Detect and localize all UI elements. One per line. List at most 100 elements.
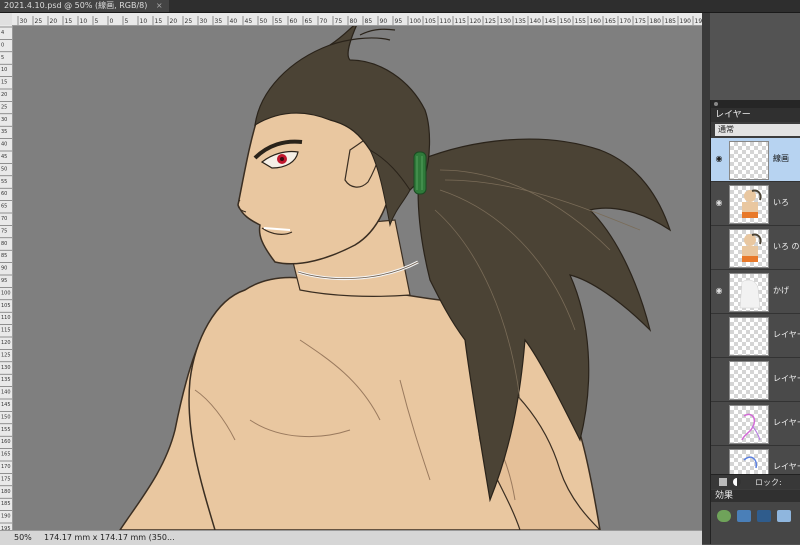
ruler-tick-label: 160	[590, 18, 602, 25]
ruler-tick-label: 135	[1, 377, 11, 383]
ruler-tick-label: 25	[35, 18, 43, 25]
ruler-tick-label: 70	[320, 18, 328, 25]
layer-styles-icon[interactable]	[737, 510, 751, 522]
ruler-tick-label: 15	[1, 80, 7, 86]
ruler-tick-label: 175	[635, 18, 647, 25]
ruler-tick-label: 40	[230, 18, 238, 25]
ruler-tick-label: 20	[170, 18, 178, 25]
ruler-tick-label: 150	[1, 414, 11, 420]
ruler-tick-label: 120	[470, 18, 482, 25]
lock-label: ロック:	[755, 478, 782, 487]
ruler-tick-label: 10	[140, 18, 148, 25]
panel-close-icon[interactable]	[714, 102, 718, 106]
eye-icon[interactable]: ◉	[713, 285, 725, 297]
layer-name: レイヤー	[773, 462, 800, 471]
layer-row[interactable]: ◉ いろ	[711, 182, 800, 226]
ruler-tick-label: 10	[80, 18, 88, 25]
layer-thumbnail	[729, 141, 769, 180]
sketch-thumbnail-icon	[743, 456, 758, 469]
ruler-tick-label: 35	[215, 18, 223, 25]
effects-panel-title[interactable]: 効果	[711, 490, 800, 502]
ruler-tick-label: 115	[1, 328, 11, 334]
figure-thumbnail-icon	[742, 189, 762, 218]
sketch-thumbnail-icon	[741, 413, 761, 441]
ruler-tick-label: 5	[95, 18, 99, 25]
ruler-tick-label: 125	[485, 18, 497, 25]
layer-name: いろ	[773, 198, 789, 207]
ruler-tick-label: 95	[395, 18, 403, 25]
ruler-tick-label: 145	[1, 402, 11, 408]
ruler-tick-label: 130	[1, 365, 11, 371]
ruler-tick-label: 55	[1, 179, 7, 185]
ruler-tick-label: 25	[1, 104, 7, 110]
layers-panel: レイヤー 通常 ◉ 線画 ◉ いろ いろ のコ ◉ かげ	[710, 100, 800, 544]
ruler-tick-label: 180	[650, 18, 662, 25]
horizontal-ruler[interactable]: 30 25 20 15 10 5 0 5 10 15 20 25 30 35 40 45 50 55 60 65 70 7…	[12, 13, 702, 26]
ruler-tick-label: 45	[245, 18, 253, 25]
ruler-tick-label: 20	[50, 18, 58, 25]
fx-icon[interactable]	[777, 510, 791, 522]
layers-panel-title[interactable]: レイヤー	[711, 108, 800, 122]
layer-row[interactable]: いろ のコ	[711, 226, 800, 270]
horizontal-ruler-ticks: 30 25 20 15 10 5 0 5 10 15 20 25 30 35 40 45 50 55 60 65 70 7…	[17, 16, 702, 25]
filters-icon[interactable]	[717, 510, 731, 522]
ruler-tick-label: 60	[1, 191, 7, 197]
eye-hidden-icon[interactable]	[713, 461, 725, 473]
panel-grip[interactable]	[711, 100, 800, 108]
ruler-tick-label: 120	[1, 340, 11, 346]
eye-hidden-icon[interactable]	[713, 373, 725, 385]
eye-icon[interactable]: ◉	[713, 153, 725, 165]
ruler-tick-label: 110	[1, 315, 11, 321]
layer-toolbar: ロック:	[711, 474, 800, 489]
layer-row[interactable]: レイヤー	[711, 402, 800, 446]
layer-name: レイヤー	[773, 418, 800, 427]
layer-row[interactable]: ◉ 線画	[711, 138, 800, 182]
layer-row[interactable]: ◉ かげ	[711, 270, 800, 314]
ruler-tick-label: 70	[1, 216, 7, 222]
ruler-tick-label: 90	[1, 266, 7, 272]
ruler-tick-label: 80	[350, 18, 358, 25]
ruler-tick-label: 65	[305, 18, 313, 25]
layer-row[interactable]: レイヤー	[711, 358, 800, 402]
ruler-tick-label: 115	[455, 18, 467, 25]
ruler-tick-label: 110	[440, 18, 452, 25]
ruler-tick-label: 25	[185, 18, 193, 25]
ruler-tick-label: 0	[1, 42, 4, 48]
adjustment-layer-icon[interactable]	[733, 478, 741, 486]
ruler-tick-label: 30	[1, 117, 7, 123]
ruler-tick-label: 10	[1, 67, 7, 73]
close-tab-icon[interactable]: ×	[156, 1, 163, 10]
ruler-tick-label: 130	[500, 18, 512, 25]
eye-icon[interactable]: ◉	[713, 197, 725, 209]
ruler-tick-label: 50	[1, 166, 7, 172]
eye-hidden-icon[interactable]	[713, 241, 725, 253]
ruler-tick-label: 155	[1, 427, 11, 433]
layer-list: ◉ 線画 ◉ いろ いろ のコ ◉ かげ	[711, 138, 800, 474]
ruler-tick-label: 75	[335, 18, 343, 25]
new-layer-icon[interactable]	[719, 478, 727, 486]
ruler-tick-label: 160	[1, 439, 11, 445]
document-tab-bar: 2021.4.10.psd @ 50% (線画, RGB/8) ×	[0, 0, 800, 13]
vertical-ruler[interactable]: 4 0 5 10 15 20 25 30 35 40 45 50 55 60 65 70 75 80 85 90 95 1…	[0, 25, 13, 530]
figure-thumbnail-icon	[742, 233, 762, 262]
ruler-tick-label: 100	[410, 18, 422, 25]
layer-thumbnail	[729, 449, 769, 474]
document-tab[interactable]: 2021.4.10.psd @ 50% (線画, RGB/8) ×	[0, 0, 169, 12]
layer-thumbnail	[729, 229, 769, 268]
document-tab-title: 2021.4.10.psd @ 50% (線画, RGB/8)	[4, 1, 148, 10]
ruler-tick-label: 170	[620, 18, 632, 25]
layer-row[interactable]: レイヤー	[711, 446, 800, 474]
eye-hidden-icon[interactable]	[713, 329, 725, 341]
layer-name: レイヤー	[773, 374, 800, 383]
ruler-tick-label: 55	[275, 18, 283, 25]
ruler-tick-label: 85	[365, 18, 373, 25]
layer-row[interactable]: レイヤー	[711, 314, 800, 358]
ruler-tick-label: 140	[530, 18, 542, 25]
document-canvas[interactable]	[13, 26, 702, 530]
layer-thumbnail	[729, 405, 769, 444]
blend-mode-select[interactable]: 通常	[715, 124, 800, 136]
eye-hidden-icon[interactable]	[713, 417, 725, 429]
photo-effects-icon[interactable]	[757, 510, 771, 522]
document-dimensions: 174.17 mm x 174.17 mm (350...	[44, 533, 175, 542]
zoom-level[interactable]: 50%	[14, 533, 32, 542]
